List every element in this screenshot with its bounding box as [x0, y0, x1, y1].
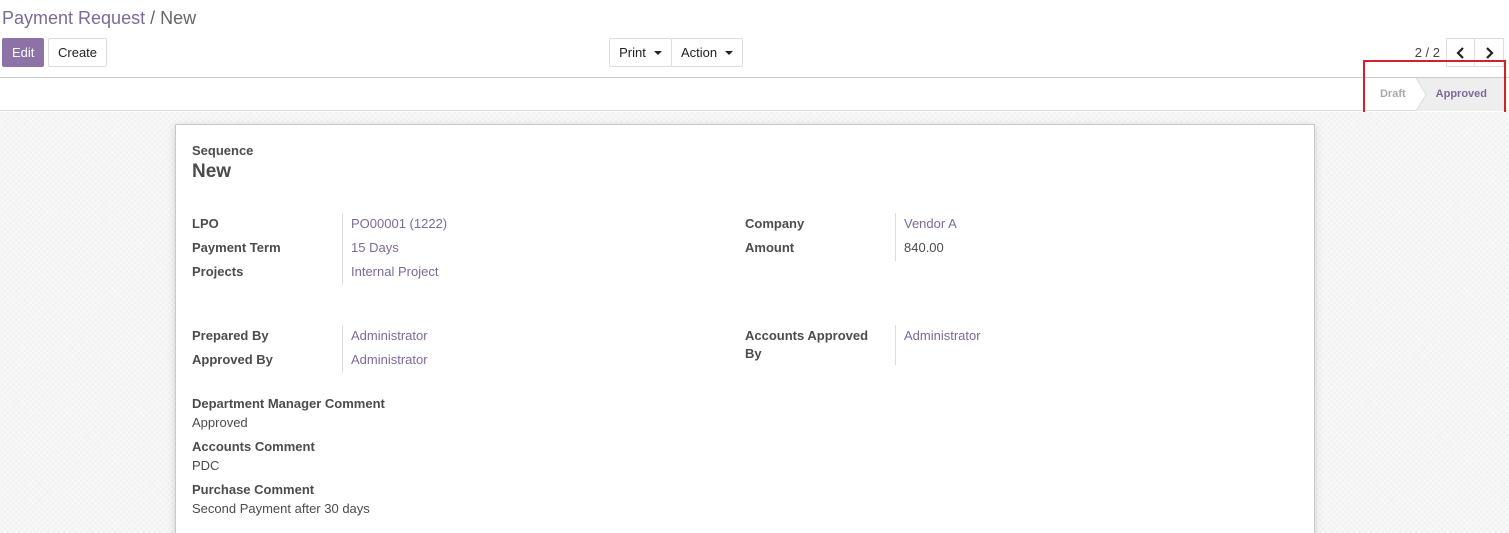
purchase-comment-label: Purchase Comment — [192, 482, 315, 497]
field-divider — [342, 213, 343, 285]
pager-previous-button[interactable] — [1446, 38, 1475, 67]
accounts-approved-by-link[interactable]: Administrator — [904, 327, 981, 345]
approved-by-link[interactable]: Administrator — [351, 351, 428, 369]
accounts-comment-value: PDC — [192, 458, 220, 473]
accounts-comment-label: Accounts Comment — [192, 439, 315, 454]
company-label: Company — [745, 216, 805, 231]
sequence-label: Sequence — [192, 143, 254, 158]
pager-value[interactable]: 2 / 2 — [1415, 45, 1440, 60]
amount-value: 840.00 — [904, 240, 944, 255]
print-label: Print — [619, 45, 646, 60]
breadcrumb: Payment Request / New — [2, 7, 196, 29]
payment-term-label: Payment Term — [192, 240, 281, 255]
print-dropdown-button[interactable]: Print — [609, 38, 672, 67]
prepared-by-label: Prepared By — [192, 328, 269, 343]
edit-button[interactable]: Edit — [2, 38, 44, 67]
pager: 2 / 2 — [1415, 38, 1504, 67]
caret-down-icon — [725, 51, 734, 55]
breadcrumb-separator: / — [150, 8, 156, 28]
approved-by-label: Approved By — [192, 352, 273, 367]
pager-next-button[interactable] — [1475, 38, 1504, 67]
control-panel: Payment Request / New Edit Create Print Ac… — [0, 0, 1509, 78]
lpo-label: LPO — [192, 216, 219, 231]
accounts-approved-by-label-line1: Accounts Approved — [745, 328, 869, 343]
purchase-comment-value: Second Payment after 30 days — [192, 501, 370, 516]
caret-down-icon — [653, 51, 662, 55]
amount-label: Amount — [745, 240, 795, 255]
chevron-left-icon — [1455, 46, 1464, 59]
stage-draft[interactable]: Draft — [1366, 78, 1416, 111]
breadcrumb-parent-link[interactable]: Payment Request — [2, 8, 145, 28]
projects-label: Projects — [192, 264, 244, 279]
create-button[interactable]: Create — [48, 38, 107, 67]
accounts-approved-by-label: Accounts Approved By — [745, 327, 868, 363]
form-sheet: Sequence New LPO Payment Term Projects P… — [175, 124, 1315, 533]
field-divider — [895, 213, 896, 261]
status-bar: Draft Approved — [0, 78, 1509, 111]
dept-manager-comment-label: Department Manager Comment — [192, 396, 385, 411]
payment-term-link[interactable]: 15 Days — [351, 239, 399, 257]
field-divider — [895, 325, 896, 365]
projects-link[interactable]: Internal Project — [351, 263, 438, 281]
action-label: Action — [681, 45, 718, 60]
stage-arrow-icon — [1415, 78, 1427, 111]
lpo-link[interactable]: PO00001 (1222) — [351, 215, 447, 233]
field-divider — [342, 325, 343, 373]
sequence-value: New — [192, 161, 232, 182]
company-link[interactable]: Vendor A — [904, 215, 957, 233]
chevron-right-icon — [1486, 46, 1494, 59]
statusbar-stages: Draft Approved — [1366, 78, 1506, 111]
accounts-approved-by-label-line2: By — [745, 346, 762, 361]
dept-manager-comment-value: Approved — [192, 415, 248, 430]
stage-approved[interactable]: Approved — [1415, 78, 1506, 111]
stage-approved-label: Approved — [1435, 88, 1487, 100]
breadcrumb-current: New — [160, 8, 197, 28]
action-dropdown-button[interactable]: Action — [671, 38, 743, 67]
prepared-by-link[interactable]: Administrator — [351, 327, 428, 345]
